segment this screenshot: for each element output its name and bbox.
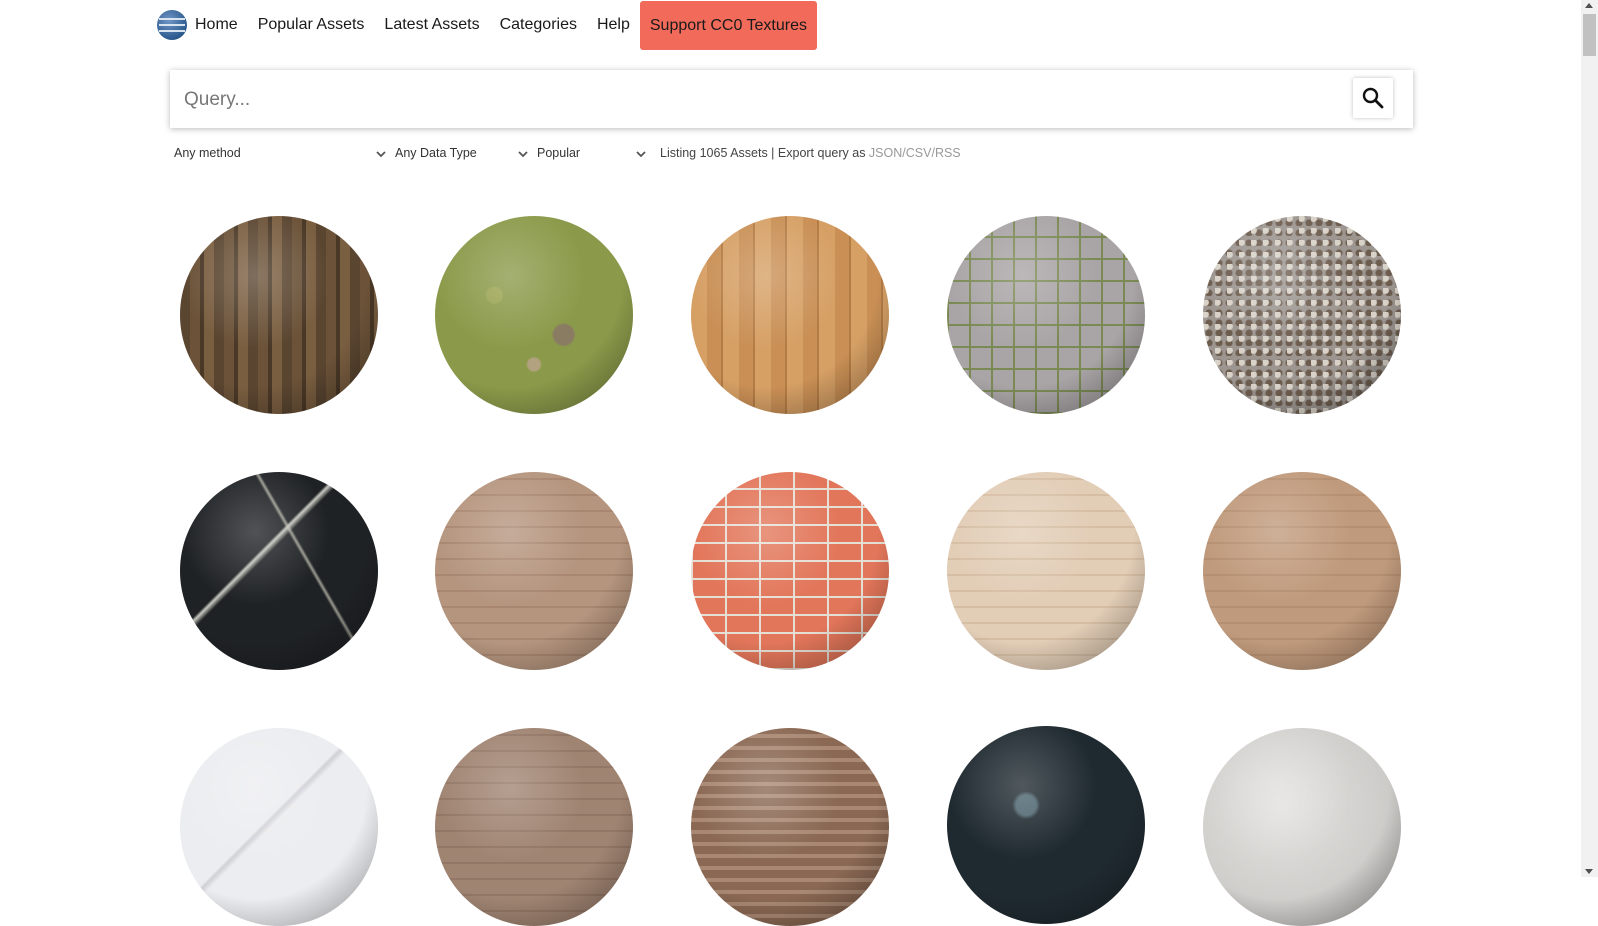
scrollbar-thumb[interactable] bbox=[1583, 14, 1596, 56]
listing-info: Listing 1065 Assets | Export query as JS… bbox=[660, 146, 961, 160]
chevron-down-icon bbox=[636, 151, 646, 158]
search-input[interactable] bbox=[182, 70, 1326, 130]
asset-thumbnail[interactable] bbox=[947, 472, 1145, 670]
asset-thumbnail[interactable] bbox=[180, 216, 378, 414]
export-csv-link[interactable]: CSV bbox=[906, 146, 932, 160]
nav-popular-assets[interactable]: Popular Assets bbox=[248, 0, 375, 50]
asset-thumbnail[interactable] bbox=[180, 728, 378, 926]
asset-thumbnail[interactable] bbox=[435, 216, 633, 414]
chevron-down-icon bbox=[376, 151, 386, 158]
nav-latest-assets[interactable]: Latest Assets bbox=[374, 0, 489, 50]
export-rss-link[interactable]: RSS bbox=[935, 146, 961, 160]
method-select[interactable]: Any method bbox=[174, 146, 241, 160]
search-icon bbox=[1362, 87, 1384, 109]
asset-thumbnail[interactable] bbox=[1203, 472, 1401, 670]
asset-thumbnail[interactable] bbox=[691, 216, 889, 414]
asset-thumbnail[interactable] bbox=[947, 726, 1145, 924]
sort-select-value: Popular bbox=[537, 146, 581, 160]
asset-thumbnail[interactable] bbox=[435, 728, 633, 926]
data-type-select-value: Any Data Type bbox=[395, 146, 477, 160]
site-logo-icon[interactable] bbox=[157, 10, 187, 40]
listing-count: Listing 1065 Assets | Export query as bbox=[660, 146, 869, 160]
nav-help[interactable]: Help bbox=[587, 0, 640, 50]
sort-select[interactable]: Popular bbox=[537, 146, 580, 160]
nav-home[interactable]: Home bbox=[191, 0, 248, 50]
asset-thumbnail[interactable] bbox=[180, 472, 378, 670]
chevron-down-icon bbox=[518, 151, 528, 158]
support-button[interactable]: Support CC0 Textures bbox=[639, 0, 817, 50]
asset-thumbnail[interactable] bbox=[1203, 728, 1401, 926]
scroll-down-icon[interactable] bbox=[1585, 869, 1593, 874]
asset-thumbnail[interactable] bbox=[691, 728, 889, 926]
search-button[interactable] bbox=[1353, 78, 1393, 118]
search-bar bbox=[170, 70, 1413, 130]
nav-categories[interactable]: Categories bbox=[490, 0, 587, 50]
page-scrollbar[interactable] bbox=[1581, 0, 1598, 877]
asset-thumbnail[interactable] bbox=[691, 472, 889, 670]
filter-bar: Any method Any Data Type Popular Listing… bbox=[0, 146, 1598, 166]
asset-thumbnail[interactable] bbox=[435, 472, 633, 670]
asset-thumbnail[interactable] bbox=[1203, 216, 1401, 414]
scroll-up-icon[interactable] bbox=[1585, 3, 1593, 8]
data-type-select[interactable]: Any Data Type bbox=[395, 146, 477, 160]
top-nav: Home Popular Assets Latest Assets Catego… bbox=[157, 0, 817, 50]
asset-thumbnail[interactable] bbox=[947, 216, 1145, 414]
export-json-link[interactable]: JSON bbox=[869, 146, 902, 160]
method-select-value: Any method bbox=[174, 146, 241, 160]
